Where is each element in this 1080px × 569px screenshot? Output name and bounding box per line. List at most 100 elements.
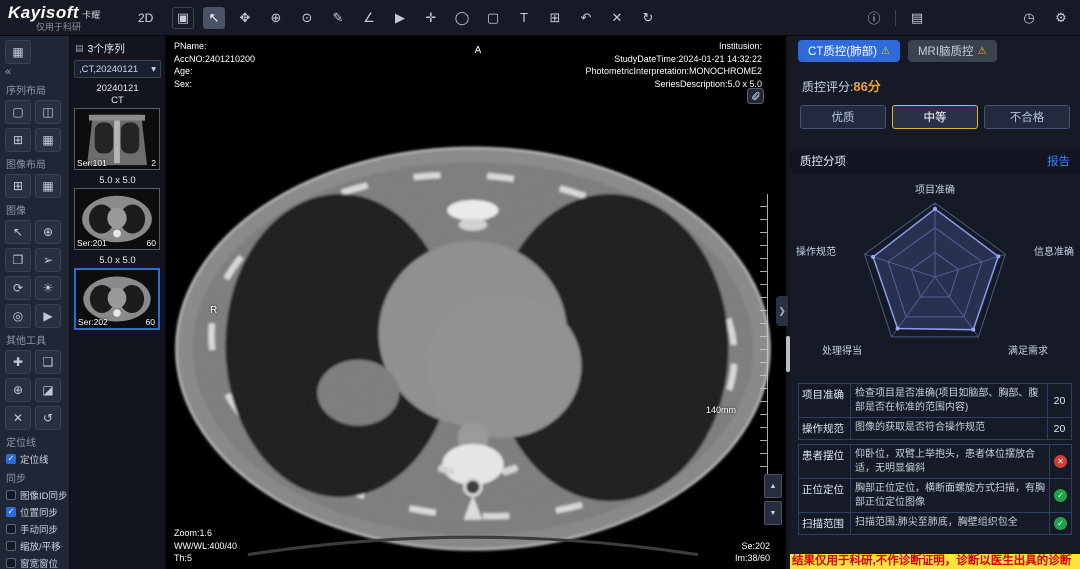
qc-grade-buttons: 优质 中等 不合格 bbox=[790, 99, 1080, 129]
thickness-label: Th:5 bbox=[174, 552, 237, 565]
settings-icon[interactable]: ⚙ bbox=[1050, 7, 1072, 29]
settings-tool-icon[interactable]: ◎ bbox=[5, 304, 31, 328]
comment-tool-icon[interactable]: ❑ bbox=[35, 350, 61, 374]
ct-axial-image[interactable] bbox=[166, 36, 790, 569]
send-tool-icon[interactable]: ➢ bbox=[35, 248, 61, 272]
checkbox-box[interactable] bbox=[6, 524, 16, 534]
checkbox-box[interactable] bbox=[6, 507, 16, 517]
rectangle-icon[interactable]: ▢ bbox=[482, 7, 504, 29]
checkbox-label: 手动同步 bbox=[20, 522, 58, 536]
checkbox-box[interactable] bbox=[6, 541, 16, 551]
row-desc: 仰卧位，双臂上举抱头，患者体位摆放合适，无明显偏斜 bbox=[851, 445, 1049, 478]
fail-icon: ✕ bbox=[1054, 455, 1067, 468]
pencil-icon[interactable]: ✎ bbox=[327, 7, 349, 29]
left-sidebar: ▦ « 序列布局 ▢ ◫ ⊞ ▦ 图像布局 ⊞ ▦ 图像 ↖ ⊕ ❐ ➢ ⟳ bbox=[0, 36, 70, 569]
info-icon[interactable]: ⓘ bbox=[863, 7, 885, 29]
checkbox-box[interactable] bbox=[6, 558, 16, 568]
layout-1x1-icon[interactable]: ▢ bbox=[5, 100, 31, 124]
toolbar-right: ⓘ ▤ ◷ ⚙ bbox=[863, 7, 1072, 29]
main-viewport[interactable]: PName: AccNO:2401210200 Age: Sex: Instit… bbox=[166, 36, 790, 569]
section-label-image-layout: 图像布局 bbox=[6, 156, 64, 171]
img-layout-grid-icon[interactable]: ▦ bbox=[35, 174, 61, 198]
attachment-icon[interactable] bbox=[747, 88, 764, 104]
row-desc: 胸部正位定位，横断面螺旋方式扫描，有胸部正位定位图像 bbox=[851, 479, 1049, 512]
grid-icon[interactable]: ⊞ bbox=[544, 7, 566, 29]
brightness-tool-icon[interactable]: ☀ bbox=[35, 276, 61, 300]
prev-image-button[interactable]: ▲ bbox=[764, 474, 782, 498]
checkbox-manual-sync[interactable]: 手动同步 bbox=[6, 522, 64, 536]
collapse-panel-handle[interactable]: ❯ bbox=[776, 296, 788, 326]
row-status: ✕ bbox=[1049, 445, 1071, 478]
series-dropdown[interactable]: ,CT,20240121 ▾ bbox=[74, 60, 161, 78]
history-icon[interactable]: ◷ bbox=[1018, 7, 1040, 29]
zoom-tool-icon[interactable]: ⊕ bbox=[35, 220, 61, 244]
qc-subitems-title: 质控分项 bbox=[800, 153, 846, 169]
orientation-anterior: A bbox=[475, 44, 482, 58]
thumbnail-scout[interactable]: Ser:101 2 bbox=[74, 108, 160, 170]
thumbnail-axial-202-selected[interactable]: Ser:202 60 bbox=[74, 268, 160, 330]
pname-label: PName: bbox=[174, 40, 255, 53]
grade-fail-button[interactable]: 不合格 bbox=[984, 105, 1070, 129]
research-note: 仅用于科研 bbox=[8, 23, 138, 32]
thumb-image-count: 60 bbox=[146, 317, 155, 327]
checkbox-window-level-sync[interactable]: 窗宽窗位 bbox=[6, 556, 64, 569]
checkbox-image-id-sync[interactable]: 图像ID同步 bbox=[6, 488, 64, 502]
thumbnail-axial-201[interactable]: Ser:201 60 bbox=[74, 188, 160, 250]
qc-tabs: CT质控(肺部) ⚠ MRI脑质控 ⚠ bbox=[790, 36, 1080, 62]
play-cursor-icon[interactable]: ▶ bbox=[389, 7, 411, 29]
capture-icon[interactable]: ▣ bbox=[172, 7, 194, 29]
crosshair-icon[interactable]: ✛ bbox=[420, 7, 442, 29]
undo-icon[interactable]: ↶ bbox=[575, 7, 597, 29]
checkbox-box[interactable] bbox=[6, 490, 16, 500]
section-label-localizer: 定位线 bbox=[6, 434, 64, 449]
mode-2d-selector[interactable]: 2D bbox=[138, 11, 172, 25]
layout-grid-icon[interactable]: ▦ bbox=[35, 128, 61, 152]
series-thumb-3[interactable]: 5.0 x 5.0 Ser:202 60 bbox=[74, 255, 161, 330]
layout-1x2-icon[interactable]: ◫ bbox=[35, 100, 61, 124]
tab-ct-lung-qc[interactable]: CT质控(肺部) ⚠ bbox=[798, 40, 900, 62]
layout-2x2-icon[interactable]: ⊞ bbox=[5, 128, 31, 152]
cursor-icon[interactable]: ↖ bbox=[203, 7, 225, 29]
rotate-tool-icon[interactable]: ⟳ bbox=[5, 276, 31, 300]
thumb-series-number: Ser:201 bbox=[77, 238, 107, 248]
eraser-tool-icon[interactable]: ◪ bbox=[35, 378, 61, 402]
zoom-icon[interactable]: ⊕ bbox=[265, 7, 287, 29]
report-link[interactable]: 报告 bbox=[1047, 153, 1070, 169]
collapse-sidebar-icon[interactable]: « bbox=[5, 66, 64, 78]
series-thumb-2[interactable]: 5.0 x 5.0 Ser:201 60 bbox=[74, 175, 161, 250]
checkbox-position-sync[interactable]: 位置同步 bbox=[6, 505, 64, 519]
qc-table-zone: 项目准确 检查项目是否准确(项目如脑部、胸部、腹部是否在标准的范围内容) 20 … bbox=[798, 383, 1072, 569]
section-label-sync: 同步 bbox=[6, 470, 64, 485]
close-tool-icon[interactable]: ✕ bbox=[5, 406, 31, 430]
report-icon[interactable]: ▤ bbox=[906, 7, 928, 29]
rotate-icon[interactable]: ↻ bbox=[637, 7, 659, 29]
target-icon[interactable]: ⊙ bbox=[296, 7, 318, 29]
checkbox-localizer-line[interactable]: 定位线 bbox=[6, 452, 64, 466]
age-label: Age: bbox=[174, 65, 255, 78]
cursor-tool-icon[interactable]: ↖ bbox=[5, 220, 31, 244]
copy-tool-icon[interactable]: ❐ bbox=[5, 248, 31, 272]
magnify-tool-icon[interactable]: ⊕ bbox=[5, 378, 31, 402]
series-thumb-1[interactable]: 20240121 CT Ser:101 2 bbox=[74, 83, 161, 170]
img-layout-2x2-icon[interactable]: ⊞ bbox=[5, 174, 31, 198]
row-score: 20 bbox=[1047, 384, 1071, 417]
ellipse-icon[interactable]: ◯ bbox=[451, 7, 473, 29]
checkbox-label: 缩放/平移 bbox=[20, 539, 61, 553]
pan-icon[interactable]: ✥ bbox=[234, 7, 256, 29]
radar-label-left: 操作规范 bbox=[796, 243, 836, 258]
checkbox-zoom-pan-sync[interactable]: 缩放/平移 bbox=[6, 539, 64, 553]
close-icon[interactable]: ✕ bbox=[606, 7, 628, 29]
panel-icon[interactable]: ▦ bbox=[5, 40, 31, 64]
grade-medium-button[interactable]: 中等 bbox=[892, 105, 978, 129]
checkbox-box[interactable] bbox=[6, 454, 16, 464]
qc-radar-chart: 项目准确 信息准确 满足需求 处理得当 操作规范 bbox=[790, 173, 1080, 381]
play-tool-icon[interactable]: ▶ bbox=[35, 304, 61, 328]
grade-excellent-button[interactable]: 优质 bbox=[800, 105, 886, 129]
reset-tool-icon[interactable]: ↺ bbox=[35, 406, 61, 430]
tab-mri-brain-qc[interactable]: MRI脑质控 ⚠ bbox=[908, 40, 997, 62]
add-tool-icon[interactable]: ✚ bbox=[5, 350, 31, 374]
series-description-label: SeriesDescription:5.0 x 5.0 bbox=[585, 78, 762, 91]
text-icon[interactable]: T bbox=[513, 7, 535, 29]
angle-icon[interactable]: ∠ bbox=[358, 7, 380, 29]
next-image-button[interactable]: ▼ bbox=[764, 501, 782, 525]
